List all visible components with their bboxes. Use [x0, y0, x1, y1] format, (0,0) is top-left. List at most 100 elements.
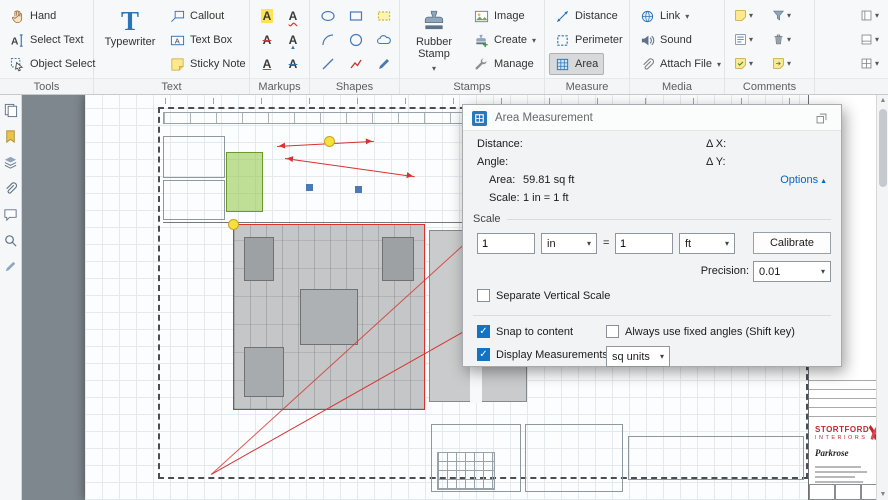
fixed-angles-checkbox[interactable] [606, 325, 619, 338]
popout-icon[interactable] [815, 112, 828, 125]
scroll-up-arrow[interactable]: ▲ [877, 97, 888, 104]
replace-text-button[interactable]: A [282, 54, 304, 74]
comment-summary-button[interactable] [769, 53, 801, 73]
object-select-button[interactable]: Object Select [4, 53, 101, 75]
ellipse-tool-button[interactable] [317, 6, 339, 26]
image-icon [474, 9, 489, 24]
rectangle-tool-button[interactable] [345, 6, 367, 26]
scale-to-unit-select[interactable]: ft [679, 233, 735, 254]
page-panel-toggle-button[interactable] [857, 5, 885, 25]
filter-comments-button[interactable] [769, 5, 801, 25]
section-divider [473, 315, 831, 316]
units-select[interactable]: sq units [606, 346, 670, 367]
to-unit-value: ft [685, 237, 692, 250]
calibrate-button[interactable]: Calibrate [753, 232, 831, 254]
vertex-marker[interactable] [324, 136, 335, 147]
address-line [815, 476, 855, 478]
view-options-button[interactable] [857, 53, 885, 73]
chevron-down-icon [787, 9, 791, 21]
strikeout-button[interactable]: A [256, 30, 278, 50]
circle-tool-button[interactable] [345, 30, 367, 50]
link-label: Link [660, 10, 681, 22]
highlight-area-tool-button[interactable] [373, 6, 395, 26]
signature-panel-button[interactable] [3, 259, 19, 275]
sound-button[interactable]: Sound [634, 29, 698, 51]
dialog-titlebar[interactable]: Area Measurement [463, 105, 841, 131]
ellipse-icon [321, 10, 335, 22]
insert-text-button[interactable]: A [282, 30, 304, 51]
measured-area-region[interactable] [233, 224, 425, 410]
manage-button[interactable]: Manage [468, 53, 540, 75]
comment-status-button[interactable] [731, 53, 763, 73]
precision-select[interactable]: 0.01 [753, 261, 831, 282]
new-comment-button[interactable] [731, 5, 763, 25]
rubber-stamp-button[interactable]: Rubber Stamp [404, 3, 464, 75]
comments-panel-button[interactable] [3, 207, 19, 223]
highlight-button[interactable]: A [256, 6, 278, 26]
hand-label: Hand [30, 10, 57, 22]
project-name: Parkrose [815, 448, 849, 458]
vertical-scrollbar[interactable]: ▲ ▼ [876, 95, 888, 500]
arc-tool-button[interactable] [317, 30, 339, 50]
polyline-tool-button[interactable] [345, 54, 367, 74]
scale-from-unit-select[interactable]: in [541, 233, 597, 254]
object-select-label: Object Select [30, 58, 96, 70]
plan-table-grid [437, 452, 495, 490]
pencil-tool-button[interactable] [373, 54, 395, 74]
scale-section-heading: Scale [473, 213, 501, 225]
image-button[interactable]: Image [468, 5, 531, 27]
area-button[interactable]: Area [549, 53, 605, 75]
attach-file-button[interactable]: Attach File [634, 53, 727, 75]
text-box-button[interactable]: A Text Box [164, 29, 238, 51]
underline-icon: A [262, 57, 272, 71]
squiggly-button[interactable]: A [282, 6, 304, 26]
blue-markup-dot [306, 184, 313, 191]
snap-to-content-checkbox[interactable] [477, 325, 490, 338]
scale-from-input[interactable] [477, 233, 535, 254]
sticky-note-icon [170, 57, 185, 72]
ribbon-group-shapes: Shapes [310, 0, 400, 94]
sticky-note-label: Sticky Note [190, 58, 246, 70]
search-panel-button[interactable] [3, 233, 19, 249]
display-measurements-checkbox[interactable] [477, 348, 490, 361]
link-button[interactable]: Link [634, 5, 695, 27]
area-value: 59.81 sq ft [523, 174, 575, 186]
chevron-down-icon [787, 57, 791, 69]
line-icon [322, 58, 334, 70]
document-canvas[interactable]: STORTFORD INTERIORS Parkrose ▲ ▼ Area Me… [22, 95, 888, 500]
layers-panel-button[interactable] [3, 155, 19, 171]
callout-button[interactable]: Callout [164, 5, 230, 27]
plan-room [628, 436, 804, 480]
scale-to-input[interactable] [615, 233, 673, 254]
pencil-icon [379, 59, 389, 69]
bottom-panel-toggle-button[interactable] [857, 29, 885, 49]
separate-vertical-checkbox[interactable] [477, 289, 490, 302]
sticky-note-button[interactable]: Sticky Note [164, 53, 252, 75]
bookmarks-panel-button[interactable] [3, 129, 19, 145]
vertex-marker[interactable] [228, 219, 239, 230]
scroll-down-arrow[interactable]: ▼ [877, 491, 888, 498]
scrollbar-thumb[interactable] [879, 109, 887, 187]
area-field-label: Area: [489, 174, 516, 186]
delete-comment-button[interactable] [769, 29, 801, 49]
line-tool-button[interactable] [317, 54, 339, 74]
select-text-button[interactable]: A Select Text [4, 29, 90, 51]
attachments-panel-button[interactable] [3, 181, 19, 197]
perimeter-button[interactable]: Perimeter [549, 29, 629, 51]
select-text-label: Select Text [30, 34, 84, 46]
thumbnails-panel-button[interactable] [3, 103, 19, 119]
pen-icon [5, 261, 16, 272]
comment-list-button[interactable] [731, 29, 763, 49]
create-button[interactable]: Create [468, 29, 542, 51]
plan-room [163, 136, 225, 178]
underline-button[interactable]: A [256, 54, 278, 74]
delta-y-label: Δ Y: [706, 156, 726, 168]
typewriter-button[interactable]: T Typewriter [100, 3, 160, 75]
hand-button[interactable]: Hand [4, 5, 62, 27]
pages-icon [4, 103, 18, 118]
green-highlight-markup[interactable] [226, 152, 263, 212]
select-text-icon: A [10, 33, 25, 48]
options-link[interactable]: Options [780, 174, 827, 186]
cloud-tool-button[interactable] [373, 30, 395, 50]
distance-button[interactable]: Distance [549, 5, 624, 27]
